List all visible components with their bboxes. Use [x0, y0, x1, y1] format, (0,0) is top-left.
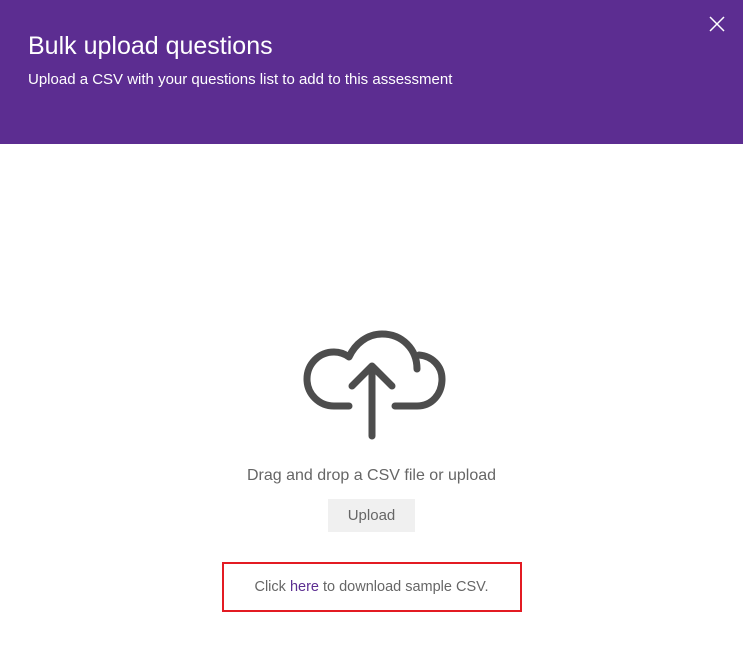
dialog-header: Bulk upload questions Upload a CSV with … — [0, 0, 743, 144]
cloud-upload-icon — [287, 314, 457, 449]
close-button[interactable] — [705, 12, 729, 36]
download-text-suffix: to download sample CSV. — [319, 579, 489, 595]
drag-drop-label: Drag and drop a CSV file or upload — [247, 467, 496, 485]
download-text-prefix: Click — [254, 579, 289, 595]
download-sample-box: Click here to download sample CSV. — [222, 562, 522, 612]
download-sample-link[interactable]: here — [290, 579, 319, 595]
close-icon — [708, 15, 726, 33]
dialog-subtitle: Upload a CSV with your questions list to… — [28, 71, 715, 88]
upload-button[interactable]: Upload — [328, 499, 416, 532]
dialog-title: Bulk upload questions — [28, 32, 715, 61]
upload-area[interactable]: Drag and drop a CSV file or upload Uploa… — [0, 144, 743, 612]
